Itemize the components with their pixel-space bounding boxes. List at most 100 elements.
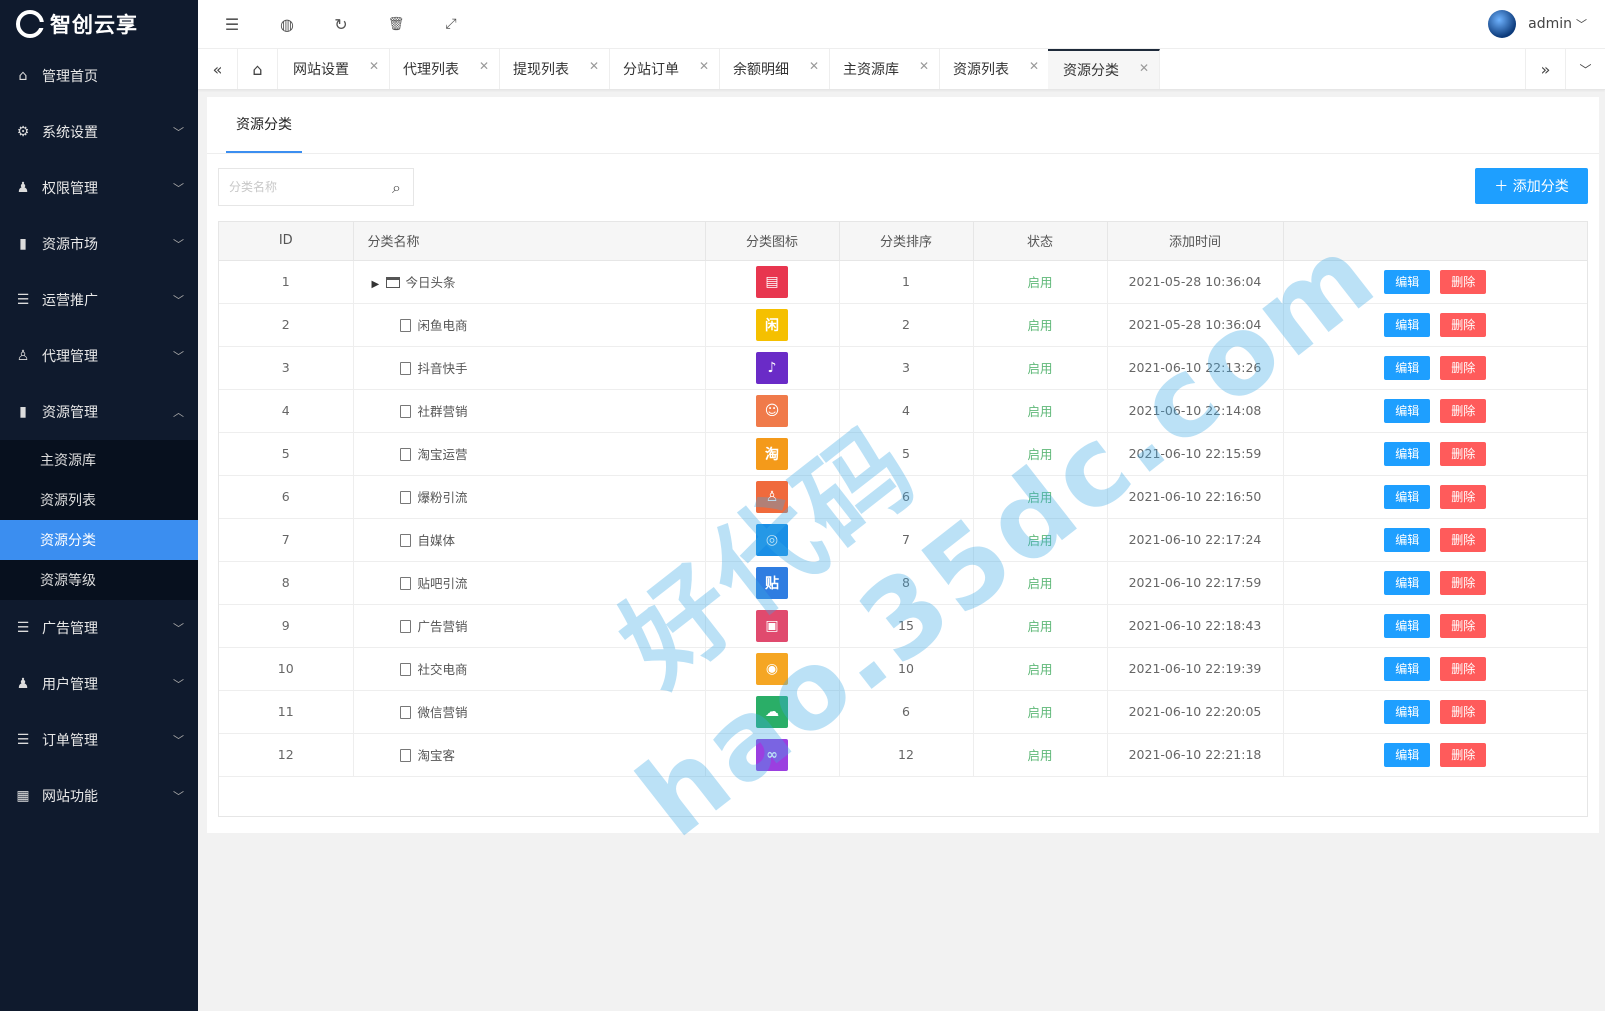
edit-button[interactable]: 编辑 — [1384, 441, 1431, 466]
sidebar-item-label: 权限管理 — [42, 181, 98, 197]
cell-actions: 编辑 删除 — [1283, 561, 1587, 605]
delete-button[interactable]: 删除 — [1440, 656, 1487, 681]
menu-toggle-icon[interactable]: ☰ — [220, 12, 244, 36]
trash-icon[interactable]: 🗑 — [384, 12, 408, 36]
tab-label: 余额明细 — [733, 62, 789, 78]
edit-button[interactable]: 编辑 — [1384, 398, 1431, 423]
close-icon[interactable]: ✕ — [699, 59, 709, 73]
cell-name: 社群营销 — [353, 389, 706, 433]
delete-button[interactable]: 删除 — [1440, 269, 1487, 294]
edit-button[interactable]: 编辑 — [1384, 484, 1431, 509]
tabs-menu-chevron-icon[interactable]: ﹀ — [1565, 49, 1605, 89]
tabs-scroll-right-icon[interactable]: » — [1525, 49, 1565, 89]
table-row: 2 闲鱼电商闲 2 启用 2021-05-28 10:36:04 编辑 删除 — [219, 303, 1587, 347]
sidebar-item-after-2[interactable]: ☰ 订单管理 ﹀ — [0, 712, 198, 768]
tabs-scroll-left-icon[interactable]: « — [198, 49, 238, 89]
delete-button[interactable]: 删除 — [1440, 527, 1487, 552]
close-icon[interactable]: ✕ — [1029, 59, 1039, 73]
tab-3[interactable]: 分站订单 ✕ — [608, 49, 720, 89]
edit-button[interactable]: 编辑 — [1384, 355, 1431, 380]
table-header-row: ID 分类名称 分类图标 分类排序 状态 添加时间 — [219, 222, 1587, 261]
sidebar-item-after-0[interactable]: ☰ 广告管理 ﹀ — [0, 600, 198, 656]
delete-button[interactable]: 删除 — [1440, 613, 1487, 638]
home-tab-icon[interactable]: ⌂ — [238, 49, 278, 89]
cell-name: 自媒体 — [353, 518, 706, 562]
category-name: 社群营销 — [417, 404, 468, 419]
delete-button[interactable]: 删除 — [1440, 441, 1487, 466]
sidebar-item-5[interactable]: ♙ 代理管理 ﹀ — [0, 328, 198, 384]
close-icon[interactable]: ✕ — [919, 59, 929, 73]
delete-button[interactable]: 删除 — [1440, 398, 1487, 423]
expand-arrow-icon[interactable]: ▶ — [372, 279, 386, 290]
cell-name: 微信营销 — [353, 690, 706, 734]
logo[interactable]: 智创云享 — [0, 0, 198, 48]
tab-label: 分站订单 — [623, 62, 679, 78]
cell-icon: ▣ — [705, 604, 840, 648]
fullscreen-icon[interactable]: ⤢ — [439, 12, 463, 36]
refresh-icon[interactable]: ↻ — [329, 12, 353, 36]
column-header-5: 添加时间 — [1107, 222, 1284, 261]
submenu-item-2[interactable]: 资源分类 — [0, 520, 198, 560]
close-icon[interactable]: ✕ — [369, 59, 379, 73]
delete-button[interactable]: 删除 — [1440, 355, 1487, 380]
delete-button[interactable]: 删除 — [1440, 484, 1487, 509]
status-badge: 启用 — [973, 647, 1108, 691]
cell-id: 3 — [219, 346, 354, 390]
edit-button[interactable]: 编辑 — [1384, 527, 1431, 552]
edit-button[interactable]: 编辑 — [1384, 269, 1431, 294]
cell-actions: 编辑 删除 — [1283, 260, 1587, 304]
submenu-item-1[interactable]: 资源列表 — [0, 480, 198, 520]
list-icon: ☰ — [16, 620, 30, 636]
edit-button[interactable]: 编辑 — [1384, 656, 1431, 681]
grid-icon: ▦ — [16, 788, 30, 804]
table-row: 5 淘宝运营淘 5 启用 2021-06-10 22:15:59 编辑 删除 — [219, 432, 1587, 476]
delete-button[interactable]: 删除 — [1440, 570, 1487, 595]
sidebar-item-after-1[interactable]: ♟ 用户管理 ﹀ — [0, 656, 198, 712]
cell-name: 爆粉引流 — [353, 475, 706, 519]
close-icon[interactable]: ✕ — [589, 59, 599, 73]
category-name-search-input[interactable] — [229, 180, 379, 194]
chevron-down-icon[interactable]: ﹀ — [1576, 16, 1587, 32]
tab-1[interactable]: 代理列表 ✕ — [388, 49, 500, 89]
tab-2[interactable]: 提现列表 ✕ — [498, 49, 610, 89]
sidebar-item-6[interactable]: ▮ 资源管理 ︿ — [0, 384, 198, 440]
username[interactable]: admin — [1528, 16, 1572, 32]
sidebar-item-1[interactable]: ⚙ 系统设置 ﹀ — [0, 104, 198, 160]
submenu-item-3[interactable]: 资源等级 — [0, 560, 198, 600]
globe-icon[interactable]: ◍ — [275, 12, 299, 36]
tab-0[interactable]: 网站设置 ✕ — [278, 49, 390, 89]
tab-5[interactable]: 主资源库 ✕ — [828, 49, 940, 89]
search-icon[interactable]: ⌕ — [392, 178, 401, 198]
tab-4[interactable]: 余额明细 ✕ — [718, 49, 830, 89]
category-icon: ♪ — [756, 351, 788, 384]
user-menu[interactable]: admin ﹀ — [1488, 10, 1587, 38]
delete-button[interactable]: 删除 — [1440, 742, 1487, 767]
close-icon[interactable]: ✕ — [809, 59, 819, 73]
cell-sort: 15 — [839, 604, 974, 648]
table-row: 12 淘宝客 ∞ 12 启用 2021-06-10 22:21:18 编辑 删除 — [219, 733, 1587, 777]
sidebar-item-3[interactable]: ▮ 资源市场 ﹀ — [0, 216, 198, 272]
tab-6[interactable]: 资源列表 ✕ — [938, 49, 1050, 89]
sidebar-item-0[interactable]: ⌂ 管理首页 — [0, 48, 198, 104]
content-card: 资源分类 ⌕ ＋ 添加分类 ID分类名称分类图标分类排序状态添加时间 1 ▶ 今日头… — [207, 97, 1599, 833]
edit-button[interactable]: 编辑 — [1384, 570, 1431, 595]
sidebar-item-2[interactable]: ♟ 权限管理 ﹀ — [0, 160, 198, 216]
avatar[interactable] — [1488, 10, 1517, 38]
card-tab-title[interactable]: 资源分类 — [226, 97, 302, 153]
edit-button[interactable]: 编辑 — [1384, 613, 1431, 638]
tab-7[interactable]: 资源分类 ✕ — [1048, 49, 1160, 89]
edit-button[interactable]: 编辑 — [1384, 312, 1431, 337]
close-icon[interactable]: ✕ — [479, 59, 489, 73]
edit-button[interactable]: 编辑 — [1384, 699, 1431, 724]
sidebar-item-4[interactable]: ☰ 运营推广 ﹀ — [0, 272, 198, 328]
add-category-button[interactable]: ＋ 添加分类 — [1475, 168, 1588, 204]
table-row: 10 社交电商 ◉ 10 启用 2021-06-10 22:19:39 编辑 删除 — [219, 647, 1587, 691]
submenu-item-0[interactable]: 主资源库 — [0, 440, 198, 480]
delete-button[interactable]: 删除 — [1440, 312, 1487, 337]
delete-button[interactable]: 删除 — [1440, 699, 1487, 724]
close-icon[interactable]: ✕ — [1139, 61, 1149, 75]
cell-icon: ☁ — [705, 690, 840, 734]
sidebar-item-after-3[interactable]: ▦ 网站功能 ﹀ — [0, 768, 198, 824]
edit-button[interactable]: 编辑 — [1384, 742, 1431, 767]
category-icon: 淘 — [756, 437, 788, 470]
